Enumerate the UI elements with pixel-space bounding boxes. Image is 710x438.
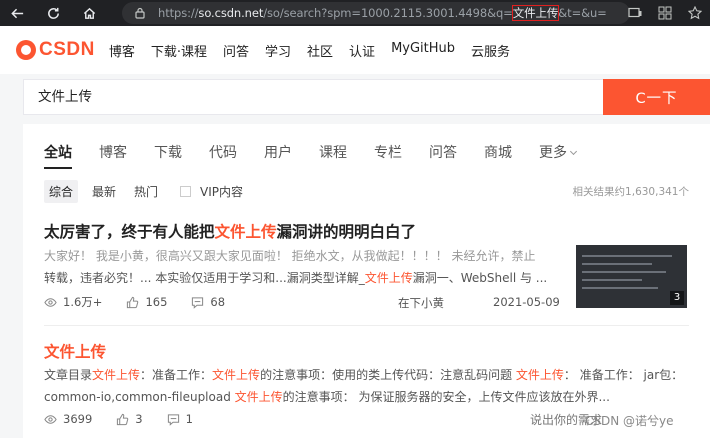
result-author[interactable]: 在下小黄 [398, 295, 444, 311]
views-count: 3699 [44, 412, 92, 426]
result-title[interactable]: 太厉害了，终于有人能把文件上传漏洞讲的明明白白了 [44, 220, 689, 242]
result-snippet: 大家好！ 我是小黄，很高兴又跟大家见面啦！ 拒绝水文，从我做起！！！！ 未经允许… [44, 249, 548, 285]
address-bar[interactable]: https://so.csdn.net/so/search?spm=1000.2… [122, 2, 630, 24]
comment-icon [167, 413, 179, 426]
filter-latest[interactable]: 最新 [92, 181, 116, 202]
site-header: CSDN 博客 下载·课程 问答 学习 社区 认证 MyGitHub 云服务 [0, 26, 710, 74]
thumbs-up-icon [117, 413, 129, 425]
tab-blog[interactable]: 博客 [99, 142, 127, 162]
vip-checkbox[interactable] [180, 185, 192, 197]
filter-bar: 综合 最新 热门 VIP内容 相关结果约1,630,341个 [44, 179, 689, 203]
nav-qa[interactable]: 问答 [223, 41, 249, 60]
search-input[interactable]: 文件上传 [23, 79, 604, 115]
result-meta: 1.6万+ 165 68 [44, 294, 249, 310]
home-icon[interactable] [76, 0, 102, 26]
eye-icon [44, 297, 57, 307]
tab-more[interactable]: 更多 [539, 142, 578, 162]
logo-icon [16, 40, 36, 60]
lock-icon [135, 7, 145, 19]
filter-hot[interactable]: 热门 [134, 181, 158, 202]
back-icon[interactable] [4, 0, 30, 26]
reload-icon[interactable] [40, 0, 66, 26]
result-item: 文件上传 文章目录文件上传：准备工作：文件上传的注意事项：使用的类上传代码：注意… [44, 340, 689, 408]
watermark: CSDN @诺兮ye [585, 414, 674, 428]
filter-comprehensive[interactable]: 综合 [44, 179, 79, 203]
comments-count[interactable]: 68 [191, 295, 225, 309]
nav-download-course[interactable]: 下载·课程 [151, 41, 207, 60]
apps-icon[interactable] [650, 6, 680, 20]
tab-course[interactable]: 课程 [319, 142, 347, 162]
likes-count[interactable]: 165 [126, 295, 167, 309]
chevron-down-icon [569, 147, 578, 156]
nav-community[interactable]: 社区 [307, 41, 333, 60]
eye-icon [44, 414, 57, 424]
image-count-badge: 3 [670, 291, 684, 305]
results-panel: 全站 博客 下载 代码 用户 课程 专栏 问答 商城 更多 综合 最新 热门 V… [23, 124, 710, 438]
url-query-highlight: 文件上传 [511, 5, 560, 21]
tab-download[interactable]: 下载 [154, 142, 182, 162]
tab-mall[interactable]: 商城 [484, 142, 512, 162]
reader-mode-icon[interactable] [620, 7, 650, 19]
search-button[interactable]: C一下 [603, 79, 710, 115]
divider [44, 325, 689, 326]
result-thumbnail[interactable]: 3 [576, 245, 687, 308]
result-snippet: 文章目录文件上传：准备工作：文件上传的注意事项：使用的类上传代码：注意乱码问题 … [44, 368, 684, 404]
views-count: 1.6万+ [44, 294, 102, 310]
search-row: 文件上传 C一下 [0, 74, 710, 120]
nav-blog[interactable]: 博客 [109, 41, 135, 60]
result-title[interactable]: 文件上传 [44, 340, 689, 362]
tab-user[interactable]: 用户 [264, 142, 292, 162]
comment-icon [192, 296, 204, 309]
thumbs-up-icon [127, 296, 139, 308]
url-text: https://so.csdn.net/so/search?spm=1000.2… [158, 5, 607, 21]
star-icon[interactable] [680, 6, 710, 20]
comments-count[interactable]: 1 [167, 412, 193, 426]
result-date: 2021-05-09 [493, 295, 560, 309]
tab-qa[interactable]: 问答 [429, 142, 457, 162]
tab-code[interactable]: 代码 [209, 142, 237, 162]
category-tabs: 全站 博客 下载 代码 用户 课程 专栏 问答 商城 更多 [44, 142, 603, 169]
top-nav: 博客 下载·课程 问答 学习 社区 认证 MyGitHub 云服务 [109, 41, 526, 60]
likes-count[interactable]: 3 [116, 412, 143, 426]
tab-column[interactable]: 专栏 [374, 142, 402, 162]
tab-all[interactable]: 全站 [44, 142, 72, 169]
nav-learn[interactable]: 学习 [265, 41, 291, 60]
vip-label: VIP内容 [200, 184, 244, 199]
csdn-logo[interactable]: CSDN [16, 39, 95, 61]
nav-mygithub[interactable]: MyGitHub [391, 41, 455, 60]
browser-toolbar: https://so.csdn.net/so/search?spm=1000.2… [0, 0, 710, 26]
nav-certification[interactable]: 认证 [349, 41, 375, 60]
result-count: 相关结果约1,630,341个 [572, 185, 689, 198]
result-meta: 3699 3 1 [44, 412, 217, 426]
nav-cloud[interactable]: 云服务 [471, 41, 510, 60]
